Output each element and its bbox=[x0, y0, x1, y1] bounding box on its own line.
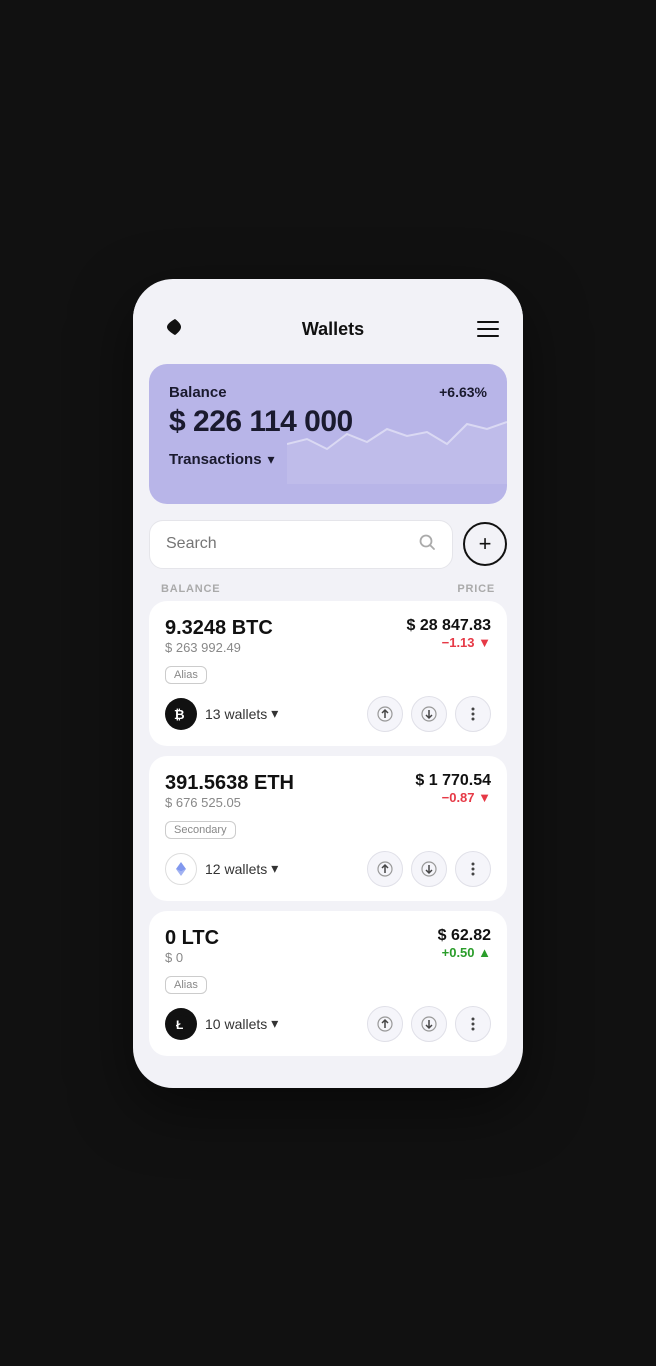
coin-list: 9.3248 BTC $ 263 992.49 $ 28 847.83 −1.1… bbox=[133, 601, 523, 1056]
balance-chart bbox=[287, 394, 507, 484]
transactions-chevron-icon: ▾ bbox=[268, 451, 275, 468]
btc-amount: 9.3248 BTC bbox=[165, 617, 273, 640]
transactions-row[interactable]: Transactions ▾ bbox=[169, 451, 487, 468]
column-headers: BALANCE PRICE bbox=[133, 573, 523, 601]
ltc-usd: $ 0 bbox=[165, 950, 219, 965]
ltc-receive-button[interactable] bbox=[411, 1006, 447, 1042]
btc-amount-group: 9.3248 BTC $ 263 992.49 bbox=[165, 617, 273, 663]
btc-actions bbox=[367, 696, 491, 732]
price-col-header: PRICE bbox=[457, 583, 495, 595]
eth-change: −0.87 ▼ bbox=[415, 790, 491, 805]
eth-icon bbox=[165, 853, 197, 885]
balance-card: Balance $ 226 114 000 +6.63% Transaction… bbox=[149, 364, 507, 504]
eth-amount-group: 391.5638 ETH $ 676 525.05 bbox=[165, 772, 294, 818]
eth-actions bbox=[367, 851, 491, 887]
page-title: Wallets bbox=[302, 319, 364, 340]
coin-card-eth: 391.5638 ETH $ 676 525.05 $ 1 770.54 −0.… bbox=[149, 756, 507, 901]
ltc-wallets[interactable]: 10 wallets ▾ bbox=[205, 1015, 278, 1032]
btc-usd: $ 263 992.49 bbox=[165, 640, 273, 655]
ltc-amount: 0 LTC bbox=[165, 927, 219, 950]
ltc-icon: Ł bbox=[165, 1008, 197, 1040]
svg-text:₿: ₿ bbox=[174, 707, 185, 722]
eth-identity: 12 wallets ▾ bbox=[165, 853, 278, 885]
ltc-price-group: $ 62.82 +0.50 ▲ bbox=[438, 927, 491, 960]
btc-change: −1.13 ▼ bbox=[406, 635, 491, 650]
btc-wallets-chevron-icon: ▾ bbox=[271, 705, 278, 722]
eth-wallets[interactable]: 12 wallets ▾ bbox=[205, 860, 278, 877]
search-box bbox=[149, 520, 453, 569]
ltc-actions bbox=[367, 1006, 491, 1042]
coin-card-ltc: 0 LTC $ 0 $ 62.82 +0.50 ▲ Alias Ł bbox=[149, 911, 507, 1056]
search-input[interactable] bbox=[166, 535, 408, 553]
coin-top-eth: 391.5638 ETH $ 676 525.05 $ 1 770.54 −0.… bbox=[165, 772, 491, 818]
coin-bottom-btc: ₿ 13 wallets ▾ bbox=[165, 696, 491, 732]
svg-text:Ł: Ł bbox=[176, 1018, 183, 1032]
coin-bottom-eth: 12 wallets ▾ bbox=[165, 851, 491, 887]
coin-top-ltc: 0 LTC $ 0 $ 62.82 +0.50 ▲ bbox=[165, 927, 491, 973]
eth-alias: Secondary bbox=[165, 821, 236, 839]
ltc-price: $ 62.82 bbox=[438, 927, 491, 945]
ltc-change: +0.50 ▲ bbox=[438, 945, 491, 960]
eth-price: $ 1 770.54 bbox=[415, 772, 491, 790]
eth-send-button[interactable] bbox=[367, 851, 403, 887]
ltc-identity: Ł 10 wallets ▾ bbox=[165, 1008, 278, 1040]
btc-icon: ₿ bbox=[165, 698, 197, 730]
phone-container: Wallets Balance $ 226 114 000 +6.63% Tra… bbox=[133, 279, 523, 1088]
menu-icon[interactable] bbox=[477, 321, 499, 337]
balance-col-header: BALANCE bbox=[161, 583, 220, 595]
ltc-amount-group: 0 LTC $ 0 bbox=[165, 927, 219, 973]
header: Wallets bbox=[133, 303, 523, 364]
ltc-wallets-chevron-icon: ▾ bbox=[271, 1015, 278, 1032]
transactions-label: Transactions bbox=[169, 451, 262, 468]
btc-price-group: $ 28 847.83 −1.13 ▼ bbox=[406, 617, 491, 650]
btc-send-button[interactable] bbox=[367, 696, 403, 732]
logo-icon bbox=[157, 311, 189, 348]
coin-top-btc: 9.3248 BTC $ 263 992.49 $ 28 847.83 −1.1… bbox=[165, 617, 491, 663]
btc-price: $ 28 847.83 bbox=[406, 617, 491, 635]
eth-more-button[interactable] bbox=[455, 851, 491, 887]
ltc-send-button[interactable] bbox=[367, 1006, 403, 1042]
eth-amount: 391.5638 ETH bbox=[165, 772, 294, 795]
eth-usd: $ 676 525.05 bbox=[165, 795, 294, 810]
eth-wallets-chevron-icon: ▾ bbox=[271, 860, 278, 877]
btc-wallets[interactable]: 13 wallets ▾ bbox=[205, 705, 278, 722]
btc-identity: ₿ 13 wallets ▾ bbox=[165, 698, 278, 730]
btc-alias: Alias bbox=[165, 666, 207, 684]
eth-price-group: $ 1 770.54 −0.87 ▼ bbox=[415, 772, 491, 805]
search-section: + bbox=[149, 520, 507, 569]
search-icon bbox=[418, 533, 436, 556]
btc-more-button[interactable] bbox=[455, 696, 491, 732]
coin-card-btc: 9.3248 BTC $ 263 992.49 $ 28 847.83 −1.1… bbox=[149, 601, 507, 746]
coin-bottom-ltc: Ł 10 wallets ▾ bbox=[165, 1006, 491, 1042]
plus-icon: + bbox=[479, 531, 492, 557]
eth-receive-button[interactable] bbox=[411, 851, 447, 887]
btc-receive-button[interactable] bbox=[411, 696, 447, 732]
add-wallet-button[interactable]: + bbox=[463, 522, 507, 566]
ltc-alias: Alias bbox=[165, 976, 207, 994]
ltc-more-button[interactable] bbox=[455, 1006, 491, 1042]
